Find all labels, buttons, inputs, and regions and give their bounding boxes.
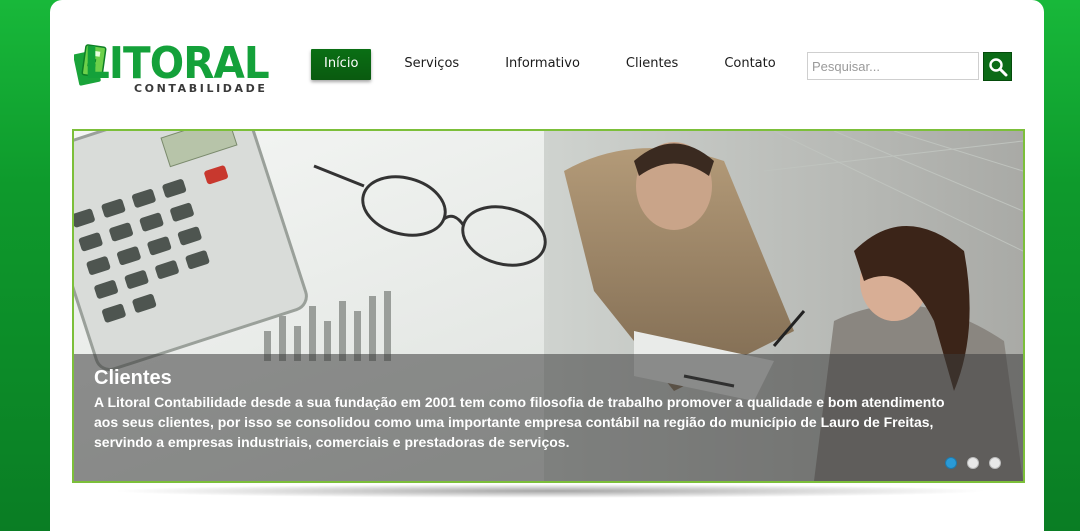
caption-text: A Litoral Contabilidade desde a sua fund… (94, 394, 945, 450)
nav-item-informativo[interactable]: Informativo (505, 49, 580, 79)
main-nav: Início Serviços Informativo Clientes Con… (311, 48, 822, 80)
slider-shadow (110, 484, 990, 498)
nav-item-inicio[interactable]: Início (311, 48, 372, 80)
search-icon (988, 57, 1007, 76)
slider-pagination (945, 457, 1001, 469)
page-container: LITORAL CONTABILIDADE Início Serviços In… (50, 0, 1044, 531)
logo-subtitle: CONTABILIDADE (134, 82, 268, 95)
nav-item-clientes[interactable]: Clientes (626, 49, 678, 79)
site-logo[interactable]: LITORAL CONTABILIDADE (72, 36, 282, 100)
slider-dot-3[interactable] (989, 457, 1001, 469)
search-button[interactable] (983, 52, 1012, 81)
nav-item-contato[interactable]: Contato (724, 49, 775, 79)
hero-slider[interactable]: Clientes A Litoral Contabilidade desde a… (72, 129, 1025, 483)
nav-item-servicos[interactable]: Serviços (404, 49, 459, 79)
slider-dot-1[interactable] (945, 457, 957, 469)
slider-dot-2[interactable] (967, 457, 979, 469)
caption-title: Clientes (94, 367, 172, 389)
search-input[interactable] (807, 52, 979, 80)
slide-caption: Clientes A Litoral Contabilidade desde a… (74, 354, 1023, 481)
